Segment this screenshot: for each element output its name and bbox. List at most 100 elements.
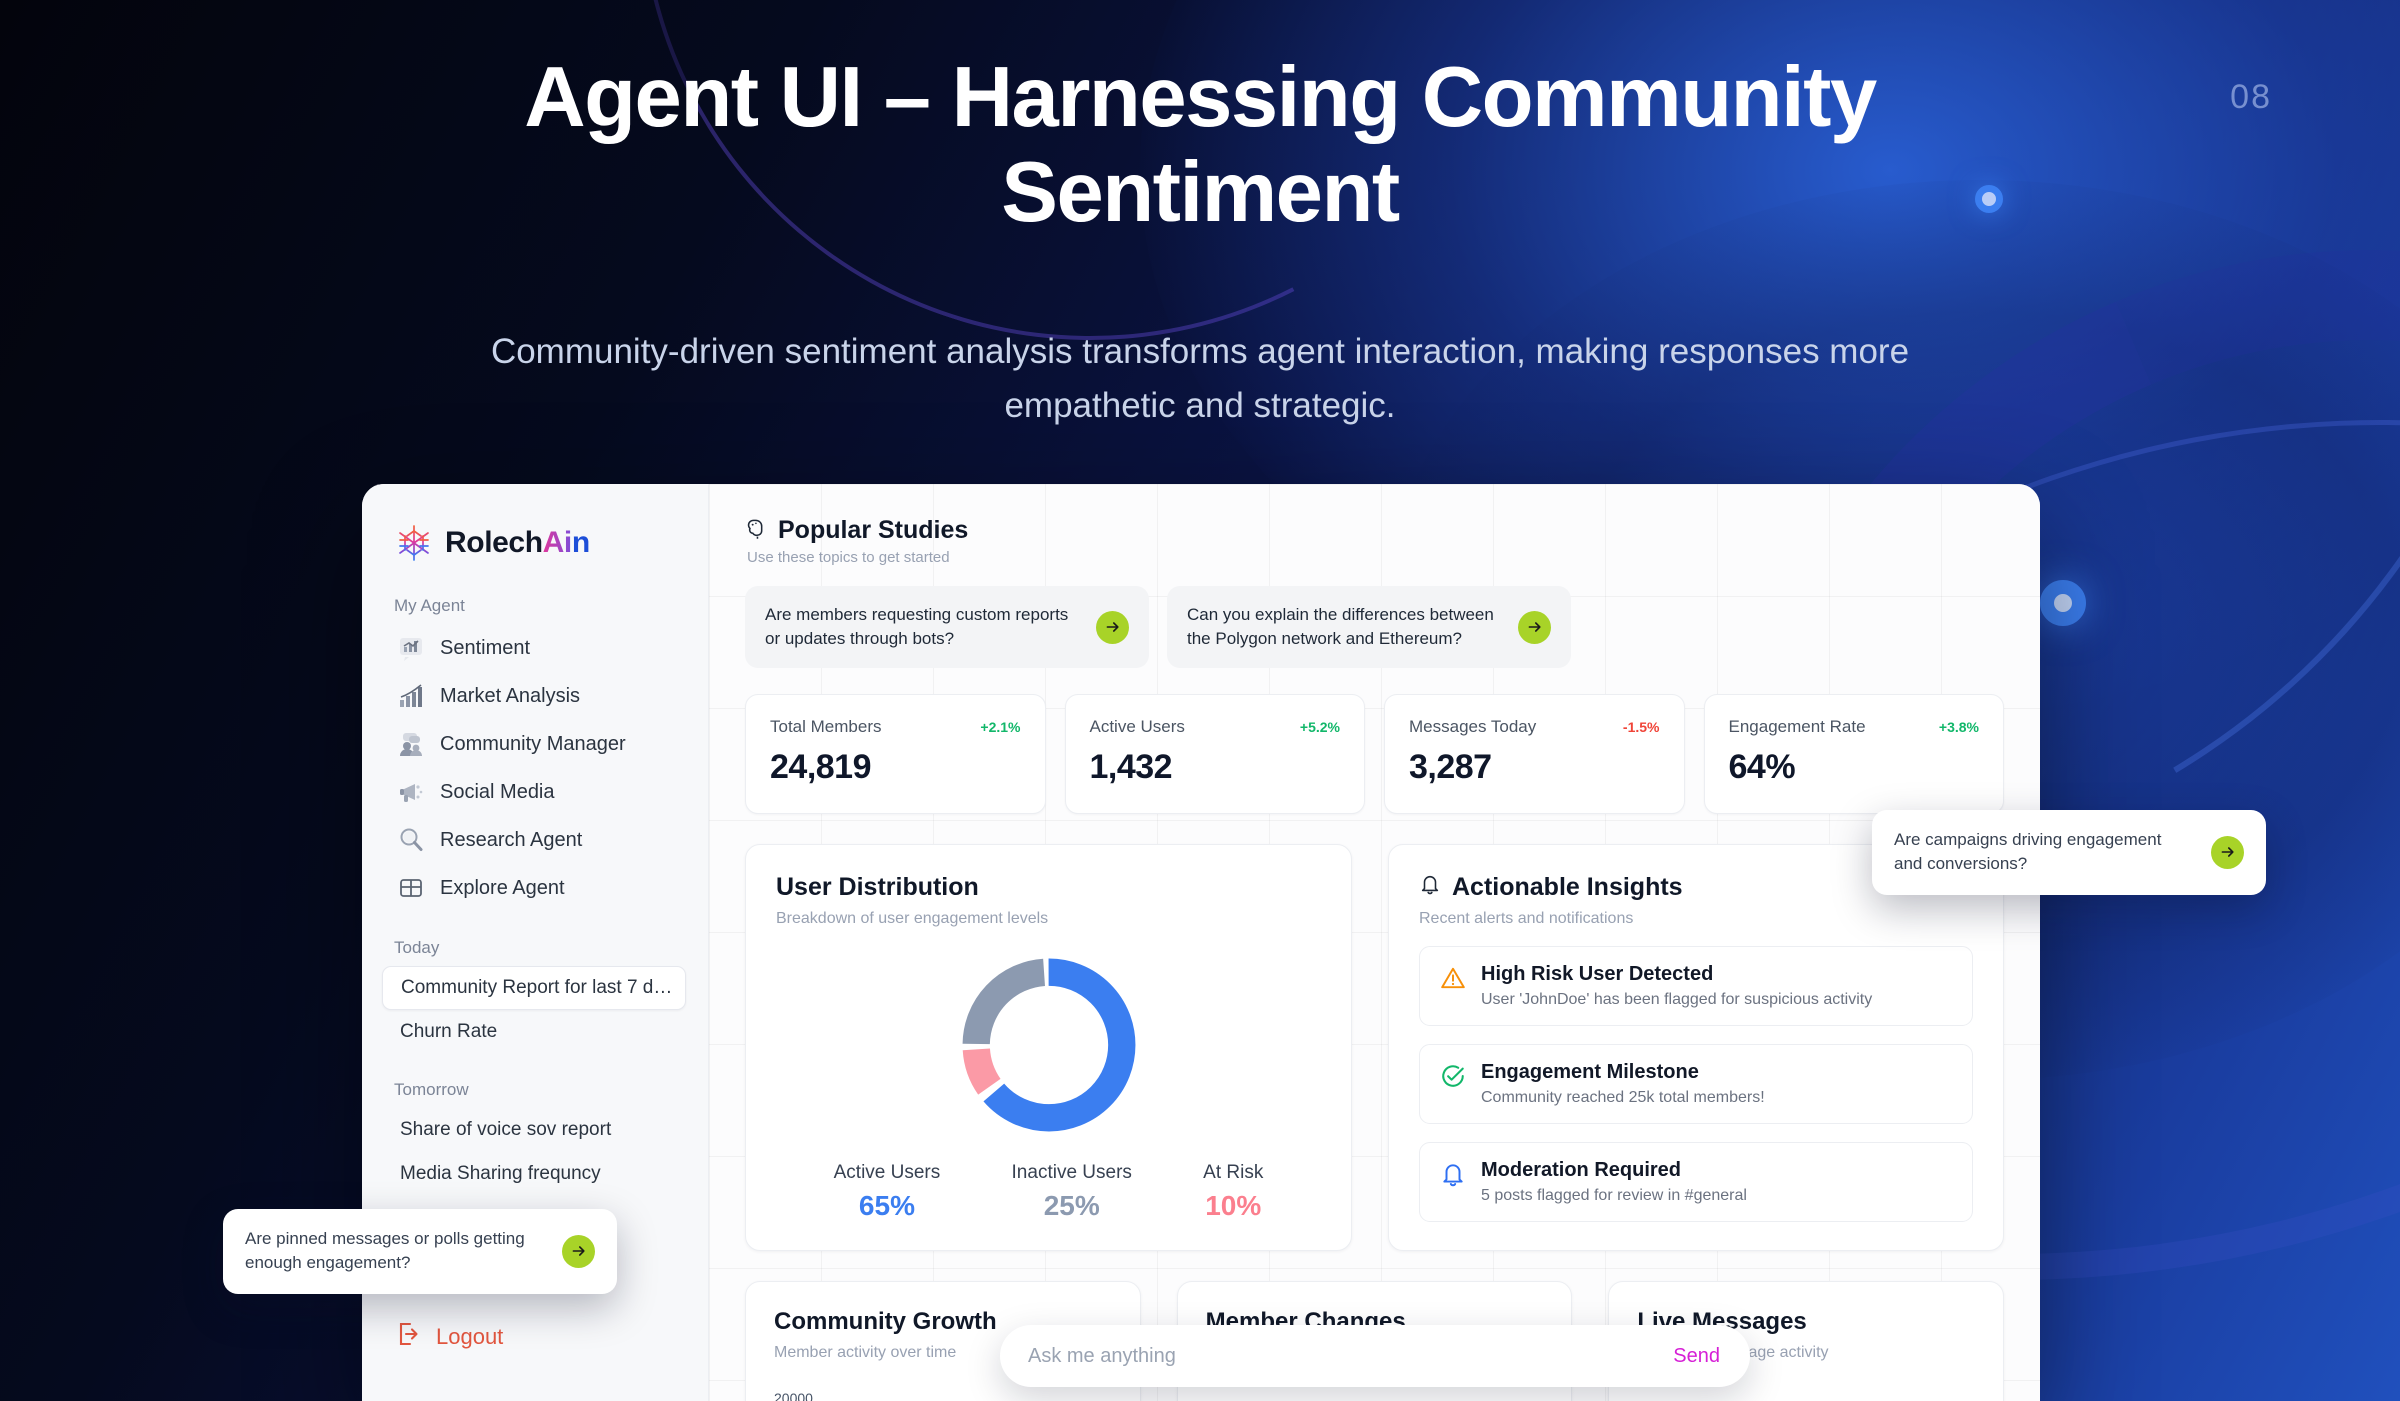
stat-value: 64%: [1728, 748, 1796, 787]
people-chat-icon: [396, 729, 426, 759]
legend-label: Inactive Users: [1011, 1162, 1132, 1184]
legend-item-active-users: Active Users 65%: [834, 1162, 941, 1222]
middle-row: User Distribution Breakdown of user enga…: [745, 844, 2004, 1252]
warning-triangle-icon: [1440, 965, 1466, 991]
suggestion-bubble-right[interactable]: Are campaigns driving engagement and con…: [1872, 810, 2266, 895]
brand-name-part2: Ai: [542, 526, 573, 559]
logout-button[interactable]: Logout: [396, 1321, 503, 1353]
stat-delta: -1.5%: [1622, 719, 1660, 736]
popular-studies-list: Are members requesting custom reports or…: [745, 586, 2004, 669]
megaphone-icon: [396, 777, 426, 807]
brand-name: RolechAin: [445, 526, 590, 560]
sidebar-item-social-media[interactable]: Social Media: [362, 768, 708, 816]
sidebar-section-today: Today: [394, 938, 440, 957]
study-card[interactable]: Can you explain the differences between …: [1167, 586, 1571, 669]
suggestion-bubble-text: Are pinned messages or polls getting eno…: [245, 1229, 525, 1273]
card-subtitle: Recent alerts and notifications: [1419, 910, 1634, 928]
card-title: Actionable Insights: [1452, 873, 1683, 902]
legend-value: 25%: [1043, 1190, 1100, 1222]
bell-icon: [1440, 1161, 1466, 1187]
study-card[interactable]: Are members requesting custom reports or…: [745, 586, 1149, 669]
sidebar-item-label: Research Agent: [440, 828, 583, 851]
alert-engagement-milestone[interactable]: Engagement Milestone Community reached 2…: [1419, 1044, 1973, 1125]
sidebar-item-label: Sentiment: [440, 636, 531, 659]
alert-description: 5 posts flagged for review in #general: [1481, 1187, 1747, 1205]
study-card-text: Can you explain the differences between …: [1187, 605, 1494, 649]
sidebar-item-explore-agent[interactable]: Explore Agent: [362, 864, 708, 912]
chat-composer: Send: [1000, 1325, 1750, 1387]
chat-input[interactable]: [1028, 1344, 1674, 1368]
brand-name-part1: Rolech: [445, 526, 543, 559]
sidebar-chat-churn-rate[interactable]: Churn Rate: [382, 1010, 686, 1054]
stat-card-messages-today: Messages Today -1.5% 3,287: [1384, 694, 1685, 815]
sidebar-item-market-analysis[interactable]: Market Analysis: [362, 672, 708, 720]
sidebar-chat-share-of-voice[interactable]: Share of voice sov report: [382, 1108, 686, 1152]
sidebar-item-community-manager[interactable]: Community Manager: [362, 720, 708, 768]
y-axis-tick-label: 20000: [774, 1390, 813, 1401]
bar-chart-bubble-icon: [396, 633, 426, 663]
stat-card-total-members: Total Members +2.1% 24,819: [745, 694, 1046, 815]
suggestion-bubble-text: Are campaigns driving engagement and con…: [1894, 830, 2162, 874]
user-distribution-card: User Distribution Breakdown of user enga…: [745, 844, 1352, 1252]
decorative-dot-large: [2040, 580, 2086, 626]
bell-icon: [1419, 873, 1441, 902]
grid-icon: [396, 873, 426, 903]
stat-value: 3,287: [1409, 748, 1492, 787]
sidebar-chat-community-report[interactable]: Community Report for last 7 d…: [382, 966, 686, 1010]
sidebar-item-label: Community Manager: [440, 732, 626, 755]
growth-bars-icon: [396, 681, 426, 711]
sidebar-item-sentiment[interactable]: Sentiment: [362, 624, 708, 672]
stats-row: Total Members +2.1% 24,819 Active Users …: [745, 694, 2004, 815]
actionable-insights-card: Actionable Insights Recent alerts and no…: [1388, 844, 2004, 1252]
main-content: Popular Studies Use these topics to get …: [709, 484, 2040, 1401]
page-title: Agent UI – Harnessing Community Sentimen…: [524, 50, 1877, 241]
alert-description: User 'JohnDoe' has been flagged for susp…: [1481, 991, 1873, 1009]
sidebar-section-tomorrow: Tomorrow: [394, 1080, 469, 1099]
sidebar-item-research-agent[interactable]: Research Agent: [362, 816, 708, 864]
alert-description: Community reached 25k total members!: [1481, 1089, 1765, 1107]
arrow-right-icon[interactable]: [1518, 610, 1551, 644]
alert-title: Engagement Milestone: [1481, 1061, 1699, 1084]
logout-label: Logout: [436, 1324, 504, 1349]
legend-item-at-risk: At Risk 10%: [1203, 1162, 1263, 1222]
arrow-right-icon[interactable]: [562, 1234, 595, 1268]
stat-card-active-users: Active Users +5.2% 1,432: [1064, 694, 1365, 815]
snowflake-logo-icon: [394, 523, 434, 563]
magnifier-icon: [396, 825, 426, 855]
card-subtitle: Breakdown of user engagement levels: [776, 910, 1049, 928]
send-button[interactable]: Send: [1673, 1345, 1720, 1368]
stat-label: Engagement Rate: [1728, 717, 1866, 737]
legend-label: At Risk: [1203, 1162, 1264, 1184]
alert-title: Moderation Required: [1481, 1159, 1682, 1182]
alert-moderation-required[interactable]: Moderation Required 5 posts flagged for …: [1419, 1142, 1973, 1223]
check-circle-icon: [1440, 1063, 1466, 1089]
stat-value: 1,432: [1089, 748, 1173, 787]
sidebar-item-label: Explore Agent: [440, 876, 565, 899]
arrow-right-icon[interactable]: [1096, 610, 1129, 644]
slide-number: 08: [2230, 78, 2272, 116]
stat-label: Active Users: [1089, 717, 1185, 737]
logout-icon: [396, 1321, 422, 1353]
brand[interactable]: RolechAin: [362, 516, 708, 570]
alert-high-risk-user[interactable]: High Risk User Detected User 'JohnDoe' h…: [1419, 946, 1973, 1027]
legend-label: Active Users: [833, 1162, 941, 1184]
page-subtitle: Community-driven sentiment analysis tran…: [490, 332, 1910, 426]
popular-studies-title: Popular Studies: [778, 516, 969, 544]
stat-label: Total Members: [770, 717, 882, 737]
suggestion-bubble-left[interactable]: Are pinned messages or polls getting eno…: [223, 1209, 617, 1294]
sidebar-chat-media-sharing[interactable]: Media Sharing frequncy: [382, 1152, 686, 1196]
brand-name-part3: n: [571, 526, 590, 559]
sidebar-section-my-agent: My Agent: [394, 596, 465, 615]
card-title: User Distribution: [776, 873, 979, 902]
alert-title: High Risk User Detected: [1481, 963, 1714, 986]
study-card-text: Are members requesting custom reports or…: [765, 605, 1069, 649]
donut-chart: [776, 954, 1321, 1136]
stat-value: 24,819: [770, 748, 871, 787]
legend-item-inactive-users: Inactive Users 25%: [1012, 1162, 1132, 1222]
stat-delta: +5.2%: [1299, 719, 1340, 736]
stat-label: Messages Today: [1409, 717, 1537, 737]
stat-delta: +3.8%: [1938, 719, 1979, 736]
stat-delta: +2.1%: [980, 719, 1021, 736]
donut-legend: Active Users 65% Inactive Users 25% At R…: [776, 1162, 1321, 1222]
arrow-right-icon[interactable]: [2211, 835, 2244, 869]
